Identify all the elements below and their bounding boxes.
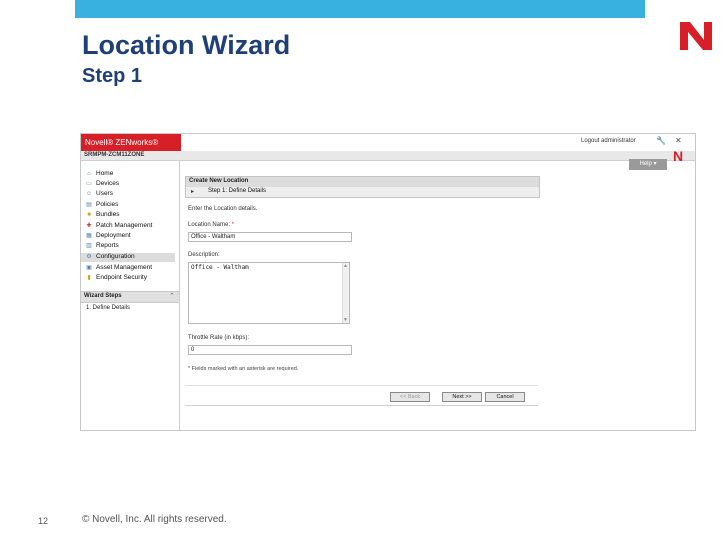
- endpoint-icon: ▮: [87, 275, 91, 281]
- main-content: Create New Location ▸ Step 1: Define Det…: [180, 161, 695, 430]
- location-name-input[interactable]: Office - Waltham: [188, 232, 352, 242]
- collapse-icon[interactable]: ⌃: [169, 292, 175, 300]
- sidebar-item-policies[interactable]: ▤ Policies: [85, 201, 179, 210]
- zone-name: SRMPM-ZCM11ZONE: [84, 152, 145, 158]
- bundles-icon: ■: [87, 212, 91, 218]
- divider: [185, 385, 538, 386]
- wizard-steps-header: Wizard Steps ⌃: [81, 291, 179, 303]
- app-header: Novell® ZENworks® Logout administrator 🔧…: [81, 134, 695, 151]
- sidebar-item-devices[interactable]: ▭ Devices: [85, 180, 179, 189]
- asset-icon: ▣: [86, 265, 92, 271]
- policies-icon: ▤: [86, 202, 92, 208]
- step-bar: ▸ Step 1: Define Details: [185, 187, 540, 198]
- bottom-divider: [185, 405, 538, 406]
- sidebar-item-home[interactable]: ⌂ Home: [85, 170, 179, 179]
- configuration-icon: ⚙: [86, 254, 92, 260]
- close-icon[interactable]: ✕: [675, 136, 682, 145]
- users-icon: ☺: [85, 191, 93, 197]
- intro-text: Enter the Location details.: [188, 206, 258, 212]
- sidebar-item-endpoint-security[interactable]: ▮ Endpoint Security: [85, 274, 179, 283]
- location-name-label: Location Name: *: [188, 222, 235, 228]
- sidebar-item-deployment[interactable]: ▦ Deployment: [85, 232, 179, 241]
- deployment-icon: ▦: [86, 233, 92, 239]
- wizard-step-item[interactable]: 1. Define Details: [86, 305, 130, 311]
- sidebar-item-patch-management[interactable]: ✚ Patch Management: [85, 222, 179, 231]
- brand-bar: Novell® ZENworks®: [81, 134, 181, 151]
- cancel-button[interactable]: Cancel: [485, 392, 525, 402]
- copyright-text: © Novell, Inc. All rights reserved.: [82, 514, 227, 525]
- novell-logo-icon: [680, 22, 712, 50]
- back-button[interactable]: << Back: [390, 392, 430, 402]
- home-icon: ⌂: [87, 171, 91, 177]
- wrench-icon[interactable]: 🔧: [656, 136, 666, 145]
- throttle-input[interactable]: 0: [188, 345, 352, 355]
- sidebar-item-bundles[interactable]: ■ Bundles: [85, 211, 179, 220]
- sidebar-item-asset-management[interactable]: ▣ Asset Management: [85, 264, 179, 273]
- step-arrow-icon: ▸: [191, 189, 195, 195]
- top-accent-bar: [75, 0, 645, 18]
- slide-number: 12: [38, 516, 49, 526]
- required-footnote: * Fields marked with an asterisk are req…: [188, 366, 299, 372]
- sidebar: ⌂ Home ▭ Devices ☺ Users ▤ Policies ■ Bundles…: [81, 161, 180, 430]
- zenworks-screenshot: Novell® ZENworks® Logout administrator 🔧…: [80, 133, 696, 431]
- throttle-label: Throttle Rate (in kbps):: [188, 335, 250, 341]
- scroll-down-icon[interactable]: ▼: [343, 317, 348, 323]
- scroll-up-icon[interactable]: ▲: [343, 263, 348, 269]
- logout-link[interactable]: Logout administrator: [581, 138, 636, 144]
- sidebar-item-configuration[interactable]: ⚙ Configuration: [81, 253, 175, 262]
- patch-icon: ✚: [86, 223, 92, 229]
- sidebar-item-reports[interactable]: ▥ Reports: [85, 242, 179, 251]
- slide-title: Location Wizard: [82, 30, 291, 60]
- sidebar-item-users[interactable]: ☺ Users: [85, 190, 179, 199]
- reports-icon: ▥: [86, 243, 92, 249]
- next-button[interactable]: Next >>: [442, 392, 482, 402]
- zone-bar: SRMPM-ZCM11ZONE: [81, 151, 695, 161]
- scrollbar[interactable]: ▲ ▼: [342, 263, 349, 323]
- slide-subtitle: Step 1: [82, 65, 143, 87]
- description-label: Description:: [188, 252, 220, 258]
- description-textarea[interactable]: Office - Waltham ▲ ▼: [188, 262, 350, 324]
- devices-icon: ▭: [86, 181, 92, 187]
